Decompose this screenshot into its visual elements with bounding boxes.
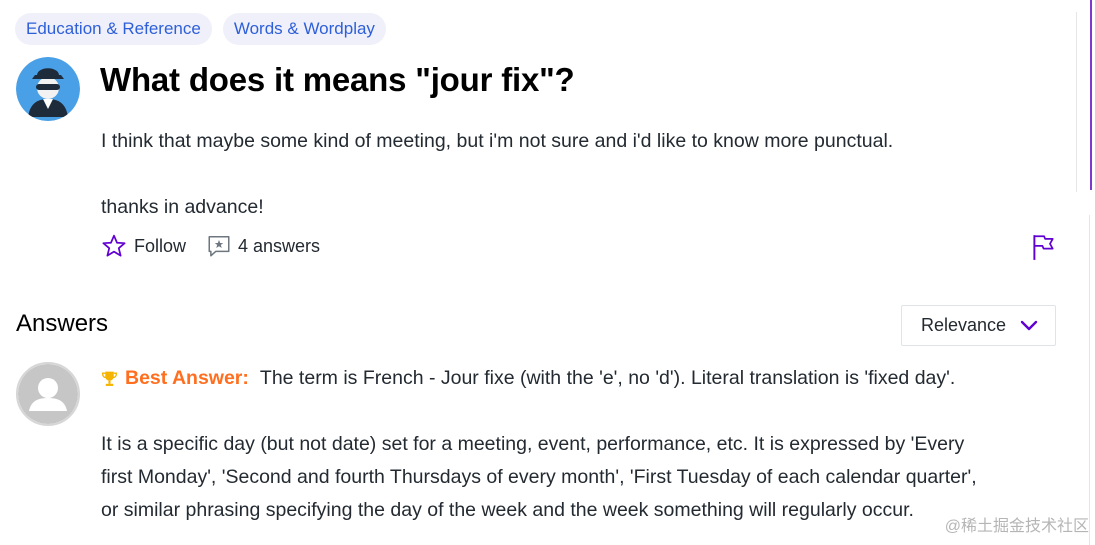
category-tags: Education & Reference Words & Wordplay	[15, 13, 386, 45]
answer-body-line: first Monday', 'Second and fourth Thursd…	[101, 466, 977, 488]
best-answer-label: Best Answer:	[125, 367, 249, 389]
tag-words-wordplay[interactable]: Words & Wordplay	[222, 13, 386, 45]
sort-dropdown[interactable]: Relevance	[901, 305, 1056, 346]
chevron-down-icon	[1020, 320, 1038, 331]
best-answer-body: It is a specific day (but not date) set …	[101, 428, 977, 527]
default-user-icon	[18, 364, 78, 424]
answers-count-link[interactable]: 4 answers	[206, 233, 320, 259]
speech-bubble-star-icon	[208, 236, 230, 257]
report-flag-button[interactable]	[1030, 233, 1056, 261]
question-body: I think that maybe some kind of meeting,…	[101, 125, 893, 224]
sort-selected-value: Relevance	[921, 315, 1007, 335]
follow-button[interactable]: Follow	[101, 233, 186, 259]
answers-count-label: 4 answers	[238, 235, 321, 256]
scrollbar-divider	[1089, 215, 1090, 545]
question-body-line: thanks in advance!	[101, 196, 264, 218]
question-actions: Follow 4 answers	[101, 233, 320, 259]
answers-heading: Answers	[16, 310, 109, 337]
follow-label: Follow	[134, 235, 187, 256]
tag-education-reference[interactable]: Education & Reference	[15, 13, 212, 45]
right-scrollbar[interactable]	[1076, 0, 1095, 545]
trophy-icon	[101, 371, 118, 386]
answer-body-line: It is a specific day (but not date) set …	[101, 433, 965, 455]
anonymous-user-icon	[16, 57, 80, 121]
scrollbar-divider	[1076, 12, 1077, 192]
watermark: @稀土掘金技术社区	[944, 518, 1089, 535]
question-title: What does it means "jour fix"?	[100, 61, 575, 98]
scrollbar-thumb[interactable]	[1090, 0, 1092, 190]
best-answer-first-line: The term is French - Jour fixe (with the…	[259, 367, 956, 389]
question-body-line: I think that maybe some kind of meeting,…	[101, 130, 894, 152]
star-outline-icon	[102, 234, 126, 257]
answer-body-line: or similar phrasing specifying the day o…	[101, 499, 914, 521]
best-answer-header: Best Answer: The term is French - Jour f…	[101, 366, 955, 391]
answerer-avatar[interactable]	[16, 362, 80, 426]
asker-avatar[interactable]	[16, 57, 80, 121]
flag-icon	[1033, 235, 1054, 260]
